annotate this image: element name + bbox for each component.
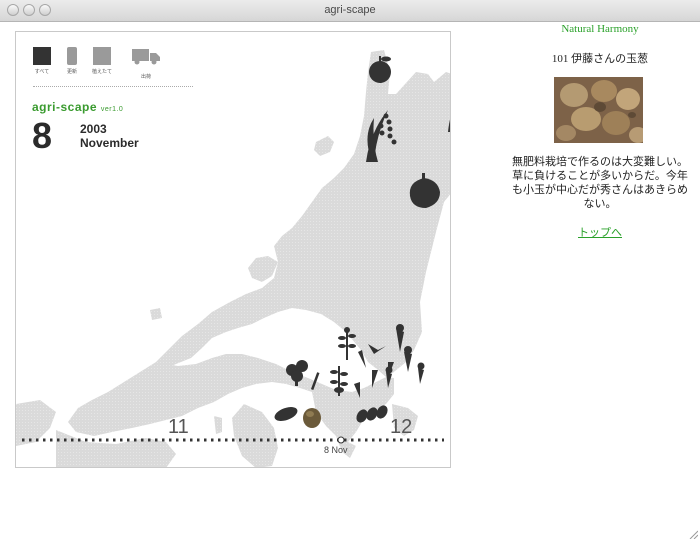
timeline-cursor-label: 8 Nov <box>324 445 348 455</box>
mode-update-button[interactable]: 更新 <box>58 47 86 81</box>
app-content: すべて 更新 植えたて 出荷 agri-scape ver1.0 8 2003 … <box>0 22 700 541</box>
mode-update-label: 更新 <box>66 69 77 75</box>
date-month: November <box>80 136 139 150</box>
sweet-potato-icon[interactable] <box>273 404 300 423</box>
timeline-tick-right: 12 <box>390 416 413 438</box>
truck-icon <box>132 49 160 65</box>
mode-planted-label: 植えたて <box>91 69 112 75</box>
mode-all-button[interactable]: すべて <box>28 47 56 81</box>
phone-icon <box>67 47 77 65</box>
square-icon <box>93 47 111 65</box>
item-description: 無肥料栽培で作るのは大変難しい。草に負けることが多いからだ。今年も小玉が中心だが… <box>512 156 688 210</box>
item-title: 101 伊藤さんの玉葱 <box>551 53 649 65</box>
window-title: agri-scape <box>324 4 376 16</box>
map-panel: すべて 更新 植えたて 出荷 agri-scape ver1.0 8 2003 … <box>15 31 451 468</box>
mode-ship-button[interactable]: 出荷 <box>128 47 164 81</box>
potato-icon[interactable] <box>303 408 321 428</box>
app-name: agri-scape ver1.0 <box>32 100 123 114</box>
mode-ship-label: 出荷 <box>140 74 151 80</box>
header-divider <box>33 86 193 87</box>
top-link[interactable]: トップへ <box>500 224 700 240</box>
timeline-tick-left: 11 <box>168 416 189 438</box>
onion-photo <box>554 77 643 143</box>
date-day: 8 <box>32 115 53 156</box>
app-name-text: agri-scape <box>32 100 98 114</box>
mode-planted-button[interactable]: 植えたて <box>88 47 116 81</box>
onion-photo-image <box>554 77 643 143</box>
timeline-cursor[interactable] <box>337 436 345 444</box>
mode-all-label: すべて <box>34 69 50 75</box>
japan-map[interactable] <box>16 32 451 468</box>
date-year: 2003 <box>80 122 107 136</box>
title-bar: agri-scape <box>0 0 700 22</box>
resize-grip-icon[interactable] <box>688 529 698 539</box>
app-version: ver1.0 <box>100 106 124 113</box>
grid-icon <box>33 47 51 65</box>
brand-title: Natural Harmony <box>561 23 639 35</box>
